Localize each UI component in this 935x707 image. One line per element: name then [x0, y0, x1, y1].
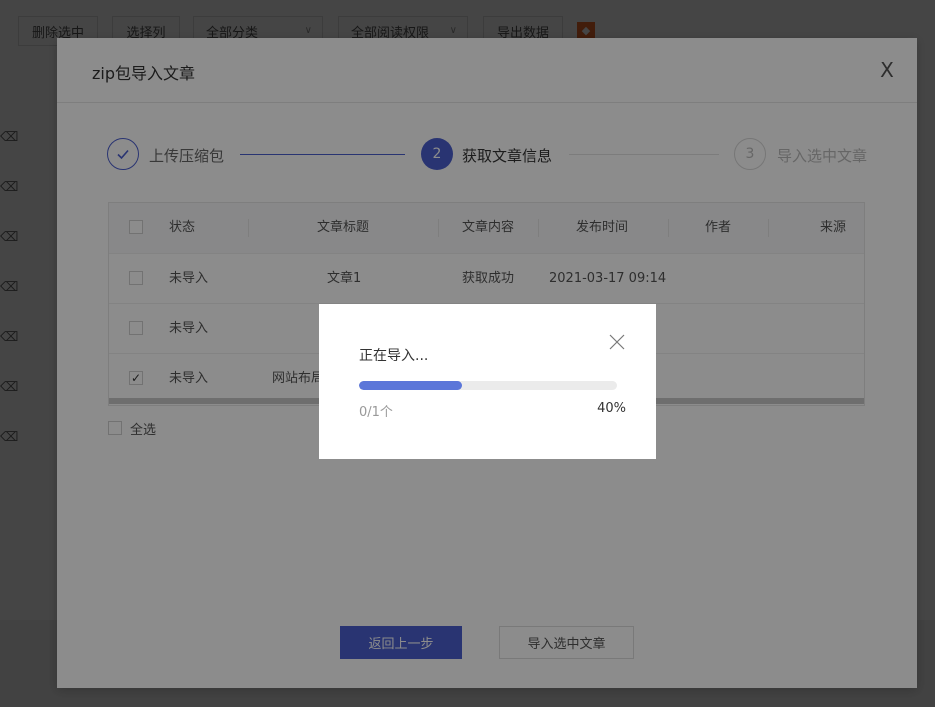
close-icon[interactable] — [607, 332, 627, 352]
progress-bar-fill — [359, 381, 463, 390]
progress-percent: 40% — [597, 401, 626, 416]
import-progress-dialog: 正在导入... 0/1个 40% — [319, 304, 656, 459]
progress-bar — [359, 381, 617, 390]
progress-title: 正在导入... — [359, 348, 429, 364]
progress-count: 0/1个 — [359, 405, 393, 420]
